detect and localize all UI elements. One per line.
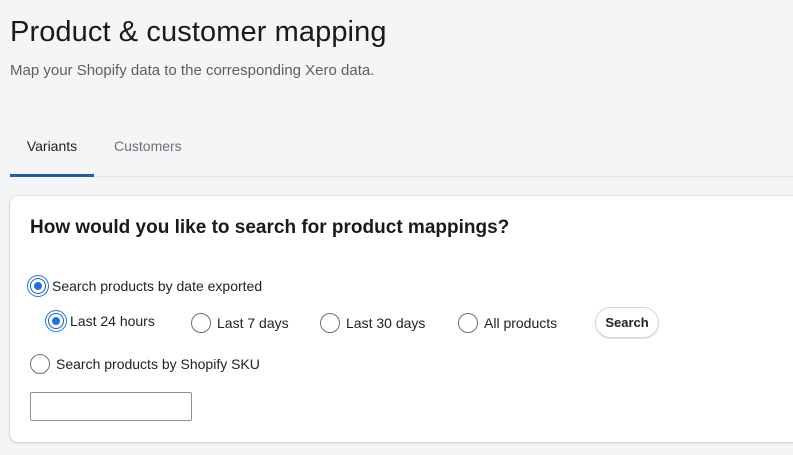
- tab-bar: Variants Customers: [10, 126, 793, 177]
- page-title: Product & customer mapping: [10, 16, 387, 48]
- option-all-products-label: All products: [484, 315, 558, 331]
- option-last-30-days[interactable]: Last 30 days: [320, 313, 425, 333]
- option-search-by-sku-label: Search products by Shopify SKU: [56, 356, 260, 372]
- option-last-24-hours-label: Last 24 hours: [70, 313, 155, 329]
- radio-search-by-date[interactable]: [30, 278, 46, 294]
- page-subtitle: Map your Shopify data to the correspondi…: [10, 62, 375, 79]
- option-search-by-date[interactable]: Search products by date exported: [30, 278, 262, 294]
- option-last-7-days[interactable]: Last 7 days: [191, 313, 289, 333]
- option-last-7-days-label: Last 7 days: [217, 315, 289, 331]
- tab-variants[interactable]: Variants: [10, 126, 94, 177]
- option-last-24-hours[interactable]: Last 24 hours: [48, 313, 155, 329]
- radio-search-by-sku[interactable]: [30, 354, 50, 374]
- radio-last-30-days[interactable]: [320, 313, 340, 333]
- option-search-by-date-label: Search products by date exported: [52, 278, 263, 294]
- search-card: How would you like to search for product…: [10, 196, 793, 442]
- radio-last-7-days[interactable]: [191, 313, 211, 333]
- search-button[interactable]: Search: [595, 307, 659, 338]
- sku-input[interactable]: [30, 392, 192, 421]
- card-title: How would you like to search for product…: [30, 217, 510, 238]
- radio-last-24-hours[interactable]: [48, 313, 64, 329]
- option-all-products[interactable]: All products: [458, 313, 557, 333]
- tab-customers[interactable]: Customers: [114, 126, 182, 174]
- option-last-30-days-label: Last 30 days: [346, 315, 426, 331]
- radio-all-products[interactable]: [458, 313, 478, 333]
- option-search-by-sku[interactable]: Search products by Shopify SKU: [30, 354, 260, 374]
